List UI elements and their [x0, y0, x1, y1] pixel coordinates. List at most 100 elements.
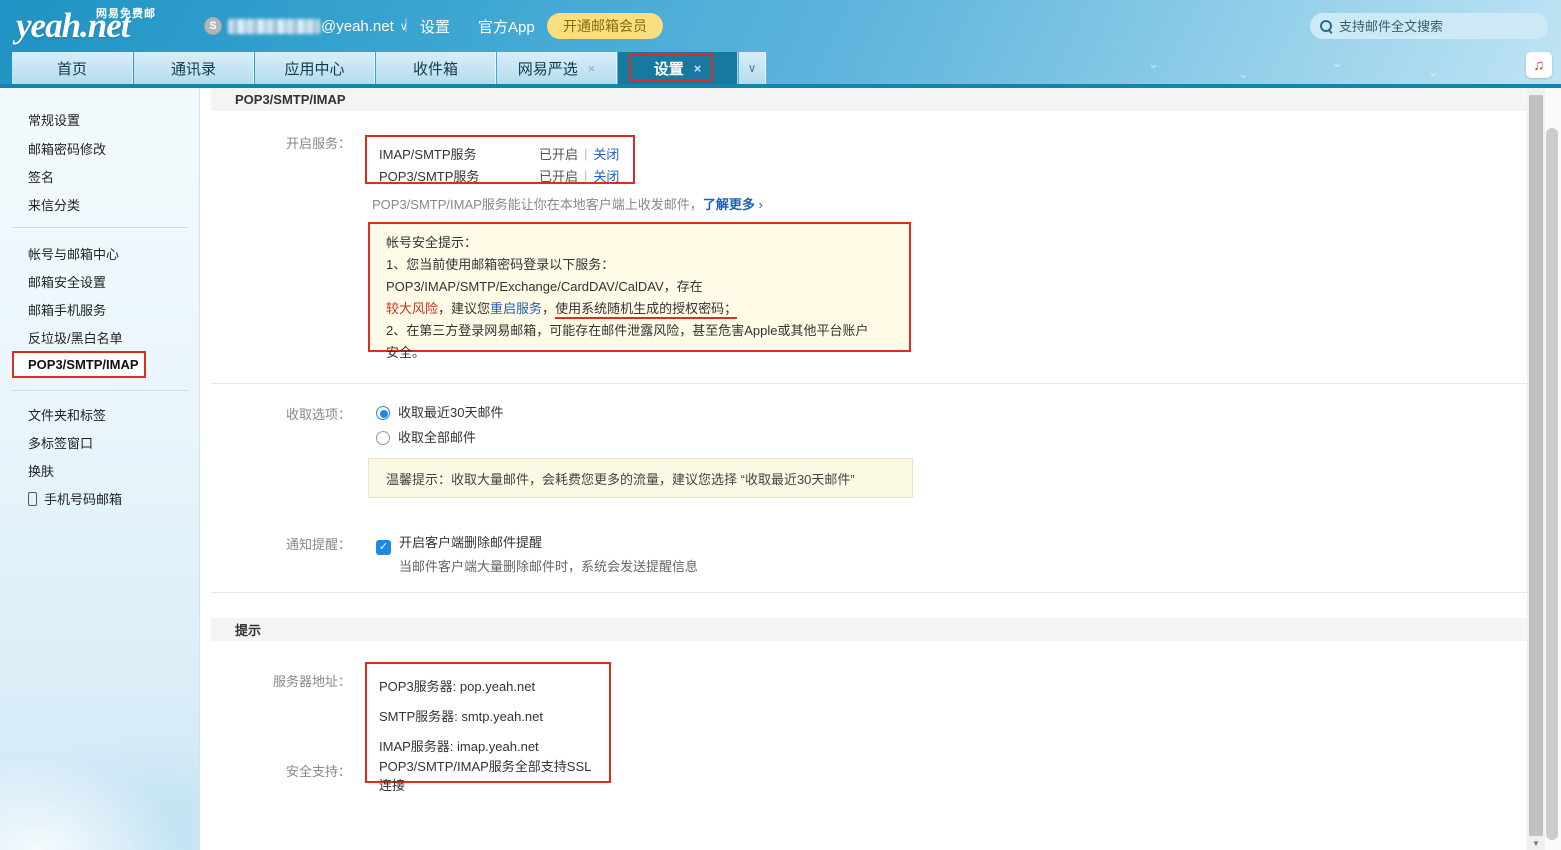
settings-sidebar: 常规设置 邮箱密码修改 签名 来信分类 帐号与邮箱中心 邮箱安全设置 邮箱手机服… — [0, 88, 200, 850]
tab-home[interactable]: 首页 — [12, 52, 133, 84]
sidebar-item-password[interactable]: 邮箱密码修改 — [28, 139, 106, 158]
scroll-down-arrow-icon[interactable]: ▼ — [1527, 836, 1545, 850]
sidebar-item-pop3-active[interactable]: POP3/SMTP/IMAP — [12, 351, 146, 378]
checkbox-checked-icon[interactable]: ✓ — [376, 540, 391, 555]
section-divider — [211, 383, 1527, 384]
notification-description: 当邮件客户端大量删除邮件时，系统会发送提醒信息 — [399, 556, 698, 575]
inner-scrollbar-thumb[interactable] — [1529, 95, 1543, 836]
fetch-option-30days[interactable]: 收取最近30天邮件 — [376, 402, 503, 421]
yeah-net-logo[interactable]: yeah.net 网易免费邮 — [16, 2, 196, 52]
sidebar-item-skin[interactable]: 换肤 — [28, 461, 54, 480]
option-label: 收取最近30天邮件 — [398, 405, 503, 420]
enable-service-label: 开启服务： — [201, 133, 351, 152]
delete-reminder-option[interactable]: ✓ 开启客户端删除邮件提醒 — [376, 532, 542, 555]
tab-contacts[interactable]: 通讯录 — [134, 52, 254, 84]
plain-text: ， — [542, 301, 555, 316]
radio-unselected-icon[interactable] — [376, 431, 390, 445]
bird-icon: ⌄ — [1428, 64, 1439, 80]
tip-text: 温馨提示：收取大量邮件，会耗费您更多的流量，建议您选择 “收取最近30天邮件” — [386, 469, 855, 488]
close-imap-smtp-link[interactable]: 关闭 — [593, 144, 619, 163]
close-icon[interactable]: × — [588, 61, 596, 76]
service-name: POP3/SMTP服务 — [379, 166, 539, 185]
fetch-tip-box: 温馨提示：收取大量邮件，会耗费您更多的流量，建议您选择 “收取最近30天邮件” — [368, 458, 913, 498]
section-divider — [211, 592, 1527, 593]
tab-label: 首页 — [57, 58, 87, 79]
sidebar-item-security[interactable]: 邮箱安全设置 — [28, 272, 106, 291]
service-status: 已开启 — [539, 166, 578, 185]
sidebar-divider — [12, 227, 188, 228]
sidebar-item-mail-sorting[interactable]: 来信分类 — [28, 195, 80, 214]
page-title-text: POP3/SMTP/IMAP — [235, 92, 346, 107]
learn-more-link[interactable]: 了解更多 — [703, 197, 755, 212]
sidebar-divider — [12, 390, 188, 391]
tab-list-dropdown[interactable]: ∨ — [739, 52, 766, 84]
ssl-support-value: POP3/SMTP/IMAP服务全部支持SSL连接 — [379, 760, 597, 790]
main-content: POP3/SMTP/IMAP 开启服务： IMAP/SMTP服务 已开启 | 关… — [201, 88, 1527, 850]
separator: | — [584, 168, 587, 183]
scrollbar-area: ▼ — [1527, 88, 1561, 850]
bird-icon: ⌄ — [1332, 55, 1343, 71]
account-menu[interactable]: S @yeah.net ∨ — [204, 13, 408, 39]
security-line-1: 1、您当前使用邮箱密码登录以下服务：POP3/IMAP/SMTP/Exchang… — [386, 254, 893, 298]
tab-app-center[interactable]: 应用中心 — [255, 52, 375, 84]
bird-icon: ⌄ — [1148, 56, 1159, 72]
header-settings-link[interactable]: 设置 — [420, 16, 450, 37]
account-security-warning-box: 帐号安全提示： 1、您当前使用邮箱密码登录以下服务：POP3/IMAP/SMTP… — [368, 222, 911, 352]
close-icon[interactable]: × — [694, 61, 702, 76]
mail-search-bar[interactable] — [1310, 13, 1548, 39]
header-official-app-link[interactable]: 官方App — [478, 16, 535, 37]
notification-label: 通知提醒： — [201, 534, 351, 553]
logo-subtitle: 网易免费邮 — [96, 5, 156, 21]
pop3-smtp-service-row: POP3/SMTP服务 已开启 | 关闭 — [379, 165, 621, 185]
checkbox-label: 开启客户端删除邮件提醒 — [399, 535, 542, 550]
tab-inbox[interactable]: 收件箱 — [376, 52, 496, 84]
description-text: POP3/SMTP/IMAP服务能让你在本地客户端上收发邮件， — [372, 197, 703, 212]
plain-text: ，建议您 — [438, 301, 490, 316]
service-name: IMAP/SMTP服务 — [379, 144, 539, 163]
tab-label: 应用中心 — [284, 58, 344, 79]
window-scrollbar-thumb[interactable] — [1546, 128, 1558, 840]
sidebar-item-label: POP3/SMTP/IMAP — [28, 357, 139, 372]
risk-text: 较大风险 — [386, 301, 438, 316]
radio-selected-icon[interactable] — [376, 406, 390, 420]
tab-label: 设置 — [654, 58, 684, 79]
sidebar-item-signature[interactable]: 签名 — [28, 167, 54, 186]
music-icon[interactable]: ♫ — [1526, 52, 1552, 78]
smtp-server-address: SMTP服务器: smtp.yeah.net — [379, 700, 597, 730]
tips-section-header: 提示 — [211, 618, 1527, 641]
sidebar-item-antispam[interactable]: 反垃圾/黑白名单 — [28, 328, 123, 347]
service-description: POP3/SMTP/IMAP服务能让你在本地客户端上收发邮件，了解更多 › — [372, 194, 763, 213]
restart-service-link[interactable]: 重启服务 — [490, 301, 542, 316]
sidebar-item-folders[interactable]: 文件夹和标签 — [28, 405, 106, 424]
open-vip-button[interactable]: 开通邮箱会员 — [547, 13, 663, 39]
sidebar-item-label: 手机号码邮箱 — [44, 492, 122, 507]
tab-yanxuan[interactable]: 网易严选 × — [497, 52, 617, 84]
sidebar-item-multitab[interactable]: 多标签窗口 — [28, 433, 93, 452]
tab-label: 通讯录 — [171, 58, 216, 79]
tab-settings-active[interactable]: 设置 × — [618, 52, 738, 84]
tips-header-text: 提示 — [235, 620, 261, 639]
pop3-server-address: POP3服务器: pop.yeah.net — [379, 670, 597, 700]
security-line-3: 2、在第三方登录网易邮箱，可能存在邮件泄露风险，甚至危害Apple或其他平台账户 — [386, 320, 893, 342]
fetch-option-all[interactable]: 收取全部邮件 — [376, 427, 476, 446]
server-address-label: 服务器地址： — [201, 671, 351, 690]
sidebar-item-mobile-mail[interactable]: 手机号码邮箱 — [28, 489, 122, 508]
header-divider: | — [404, 16, 408, 33]
bird-icon: ⌄ — [1238, 66, 1249, 82]
security-line-4: 安全。 — [386, 342, 893, 364]
annotation-server-address-box: POP3服务器: pop.yeah.net SMTP服务器: smtp.yeah… — [365, 662, 611, 783]
sidebar-item-mobile-service[interactable]: 邮箱手机服务 — [28, 300, 106, 319]
option-label: 收取全部邮件 — [398, 430, 476, 445]
arrow-icon: › — [758, 197, 762, 212]
ssl-support-label: 安全支持： — [201, 761, 351, 780]
blurred-username — [228, 19, 320, 34]
close-pop3-smtp-link[interactable]: 关闭 — [593, 166, 619, 185]
sidebar-item-account-center[interactable]: 帐号与邮箱中心 — [28, 244, 119, 263]
search-input[interactable] — [1339, 19, 1529, 34]
security-line-2: 较大风险，建议您重启服务，使用系统随机生成的授权密码； — [386, 298, 893, 320]
member-badge-icon: S — [204, 17, 222, 35]
sidebar-item-general[interactable]: 常规设置 — [28, 110, 80, 129]
account-domain: @yeah.net — [321, 18, 394, 35]
imap-smtp-service-row: IMAP/SMTP服务 已开启 | 关闭 — [379, 143, 621, 163]
chevron-down-icon: ∨ — [748, 61, 757, 75]
